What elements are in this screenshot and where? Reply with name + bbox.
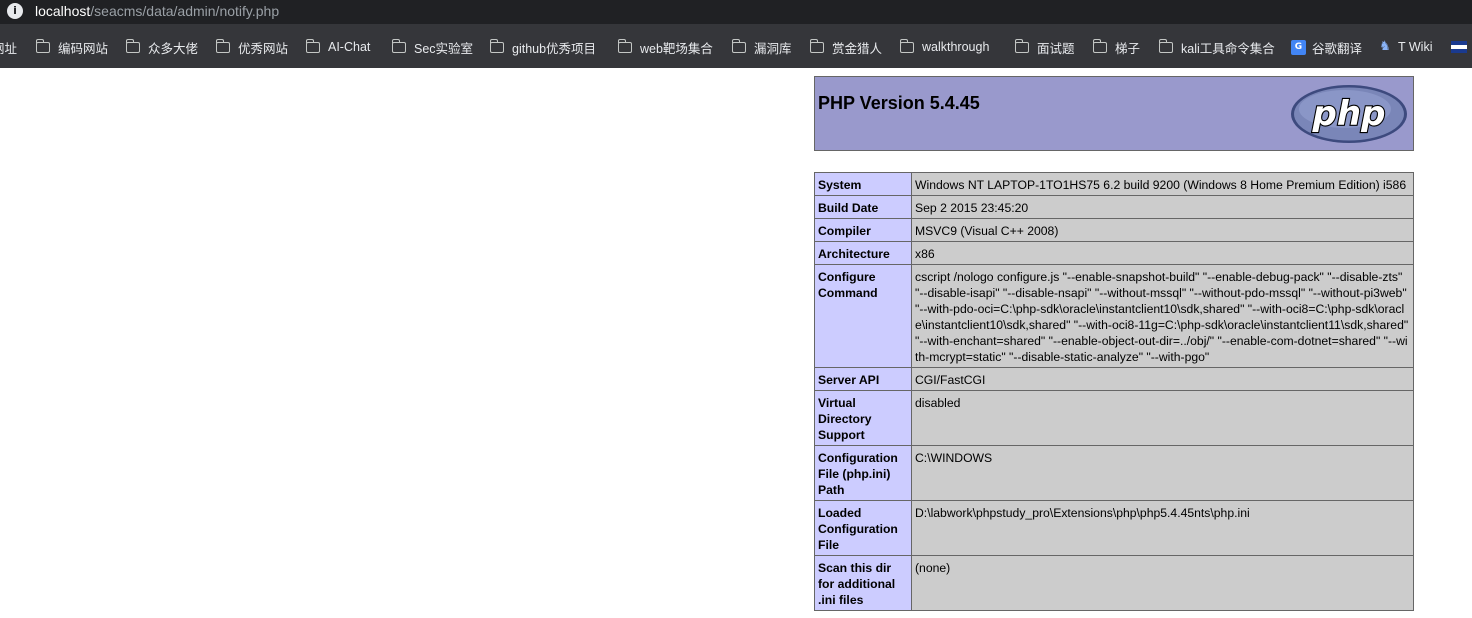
bookmark-label: kali工具命令集合 (1181, 41, 1275, 56)
folder-icon (36, 38, 50, 53)
row-value: (none) (911, 555, 1414, 611)
folder-icon (810, 38, 824, 53)
table-row: System Windows NT LAPTOP-1TO1HS75 6.2 bu… (814, 172, 1414, 196)
row-value: C:\WINDOWS (911, 445, 1414, 501)
bookmark-folder[interactable]: github优秀项目 (490, 38, 596, 56)
row-key: Architecture (814, 241, 912, 265)
row-key: Scan this dir for additional .ini files (814, 555, 912, 611)
table-row: Architecture x86 (814, 241, 1414, 265)
table-row: Compiler MSVC9 (Visual C++ 2008) (814, 218, 1414, 242)
bookmark-folder[interactable]: 优秀网站 (216, 38, 288, 56)
row-value: CGI/FastCGI (911, 367, 1414, 391)
url-path: /seacms/data/admin/notify.php (90, 3, 280, 19)
bookmark-item[interactable]: ♞ T Wiki (1378, 38, 1433, 56)
bookmark-label: 众多大佬 (148, 41, 199, 56)
address-bar[interactable]: i localhost/seacms/data/admin/notify.php (0, 0, 1472, 24)
bookmark-label: T Wiki (1398, 40, 1433, 54)
row-key: Configuration File (php.ini) Path (814, 445, 912, 501)
bookmark-folder[interactable]: 漏洞库 (732, 38, 792, 56)
php-version-header: PHP Version 5.4.45 php (814, 76, 1414, 151)
table-row: Server API CGI/FastCGI (814, 367, 1414, 391)
bookmark-label: web靶场集合 (640, 41, 713, 56)
row-key: System (814, 172, 912, 196)
php-logo-text: php (1312, 94, 1386, 134)
row-value: x86 (911, 241, 1414, 265)
row-value: Windows NT LAPTOP-1TO1HS75 6.2 build 920… (911, 172, 1414, 196)
folder-icon (490, 38, 504, 53)
row-key: Compiler (814, 218, 912, 242)
folder-icon (732, 38, 746, 53)
table-row: Virtual Directory Support disabled (814, 390, 1414, 446)
php-logo-icon[interactable]: php (1289, 83, 1409, 145)
page-title: PHP Version 5.4.45 (818, 93, 980, 113)
table-row: Configure Command cscript /nologo config… (814, 264, 1414, 368)
url-text[interactable]: localhost/seacms/data/admin/notify.php (35, 1, 279, 21)
bookmark-folder[interactable]: 编码网站 (36, 38, 108, 56)
bookmark-label: 漏洞库 (754, 41, 792, 56)
folder-icon (216, 38, 230, 53)
row-value: cscript /nologo configure.js "--enable-s… (911, 264, 1414, 368)
bookmarks-bar: 网址 编码网站 众多大佬 优秀网站 AI-Chat Sec实验室 github优… (0, 24, 1472, 68)
table-row: Configuration File (php.ini) Path C:\WIN… (814, 445, 1414, 501)
row-key: Build Date (814, 195, 912, 219)
bookmark-item[interactable] (1451, 38, 1467, 56)
row-key: Server API (814, 367, 912, 391)
table-row: Build Date Sep 2 2015 23:45:20 (814, 195, 1414, 219)
folder-icon (392, 38, 406, 53)
site-info-icon[interactable]: i (7, 3, 23, 19)
table-row: Loaded Configuration File D:\labwork\php… (814, 500, 1414, 556)
flag-icon (1451, 41, 1467, 53)
folder-icon (900, 38, 914, 53)
bookmark-label: 谷歌翻译 (1312, 41, 1363, 56)
bookmark-folder[interactable]: AI-Chat (306, 38, 370, 56)
bookmark-label: 面试题 (1037, 41, 1075, 56)
row-value: MSVC9 (Visual C++ 2008) (911, 218, 1414, 242)
row-key: Loaded Configuration File (814, 500, 912, 556)
bookmark-item[interactable]: 网址 (0, 38, 17, 56)
bookmark-label: 赏金猎人 (832, 41, 883, 56)
bookmark-label: Sec实验室 (414, 41, 474, 56)
table-row: Scan this dir for additional .ini files … (814, 555, 1414, 611)
bookmark-label: 网址 (0, 41, 18, 56)
row-key: Configure Command (814, 264, 912, 368)
row-key: Virtual Directory Support (814, 390, 912, 446)
row-value: D:\labwork\phpstudy_pro\Extensions\php\p… (911, 500, 1414, 556)
row-value: Sep 2 2015 23:45:20 (911, 195, 1414, 219)
phpinfo-table: System Windows NT LAPTOP-1TO1HS75 6.2 bu… (814, 172, 1414, 611)
folder-icon (306, 38, 320, 53)
bookmark-label: 编码网站 (58, 41, 109, 56)
bookmark-folder[interactable]: Sec实验室 (392, 38, 473, 56)
bookmark-label: AI-Chat (328, 40, 371, 54)
bookmark-folder[interactable]: 赏金猎人 (810, 38, 882, 56)
folder-icon (618, 38, 632, 53)
bookmark-label: 梯子 (1115, 41, 1141, 56)
bookmark-label: walkthrough (922, 40, 990, 54)
bookmark-label: 优秀网站 (238, 41, 289, 56)
google-translate-icon: G (1291, 39, 1306, 55)
bookmark-folder[interactable]: kali工具命令集合 (1159, 38, 1275, 56)
folder-icon (1093, 38, 1107, 53)
url-host: localhost (35, 3, 91, 19)
wiki-icon: ♞ (1379, 39, 1391, 54)
bookmark-folder[interactable]: 面试题 (1015, 38, 1075, 56)
folder-icon (1015, 38, 1029, 53)
bookmark-folder[interactable]: 众多大佬 (126, 38, 198, 56)
bookmark-label: github优秀项目 (512, 41, 597, 56)
row-value: disabled (911, 390, 1414, 446)
bookmark-folder[interactable]: walkthrough (900, 38, 989, 56)
bookmark-folder[interactable]: web靶场集合 (618, 38, 713, 56)
bookmark-item[interactable]: G 谷歌翻译 (1291, 38, 1362, 56)
folder-icon (1159, 38, 1173, 53)
bookmark-folder[interactable]: 梯子 (1093, 38, 1140, 56)
folder-icon (126, 38, 140, 53)
